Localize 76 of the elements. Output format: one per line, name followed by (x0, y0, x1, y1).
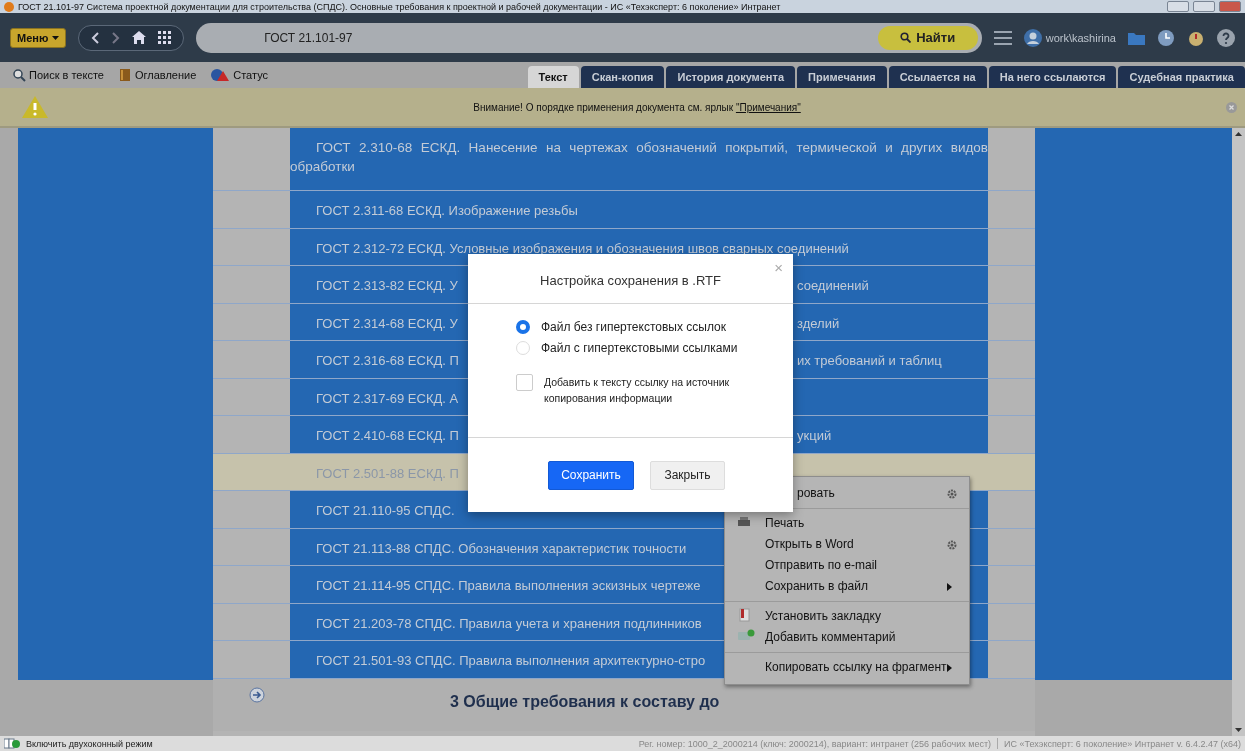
version-info: ИС «Техэксперт: 6 поколение» Интранет v. 6.4.2.47 (x64) (1004, 738, 1241, 749)
back-icon[interactable] (91, 31, 100, 44)
submenu-caret-icon (947, 582, 952, 591)
tab[interactable]: История документа (666, 66, 795, 88)
find-button[interactable]: Найти (877, 25, 978, 50)
maximize-button[interactable] (1193, 1, 1215, 12)
notes-link[interactable]: "Примечания" (735, 101, 801, 113)
scroll-down-icon[interactable] (1235, 728, 1242, 732)
user-name: work\kashirina (1045, 31, 1116, 44)
notice-text: Внимание! О порядке применения документа см. ярлык "Примечания" (472, 101, 802, 113)
clock-icon[interactable] (1157, 28, 1175, 47)
warning-badge-icon (210, 68, 231, 82)
tab[interactable]: Ссылается на (888, 66, 987, 88)
document-link[interactable]: ГОСТ 2.410-68 ЕСКД. П (290, 426, 459, 445)
document-link[interactable]: ГОСТ 21.113-88 СПДС. Обозначения характеристик точности (290, 538, 687, 558)
toolbar-link[interactable]: Статус (210, 68, 269, 82)
document-link[interactable]: их требований и таблиц (797, 351, 988, 370)
book-icon (117, 68, 132, 82)
menu-item[interactable]: Установить закладку (725, 606, 969, 627)
document-link[interactable]: ГОСТ 21.114-95 СПДС. Правила выполнения эскизных чертеже (290, 576, 701, 595)
tab[interactable]: На него ссылаются (988, 66, 1117, 88)
search-icon (900, 32, 912, 43)
search-field[interactable]: ГОСТ 21.101-97 Найти (196, 22, 982, 53)
help-icon[interactable] (1217, 28, 1235, 47)
radio-option[interactable]: Файл с гипертекстовыми ссылками (516, 341, 793, 355)
menu-item[interactable]: Копировать ссылку на фрагмент (725, 657, 969, 678)
dual-window-toggle[interactable]: Включить двухоконный режим (26, 738, 153, 749)
toolbar-link[interactable]: Оглавление (117, 68, 197, 82)
toolbar-link[interactable]: Поиск в тексте (12, 68, 104, 82)
tab[interactable]: Судебная практика (1118, 66, 1245, 88)
close-button[interactable]: Закрыть (650, 460, 725, 490)
warning-icon (22, 96, 48, 118)
document-link[interactable]: ГОСТ 21.501-93 СПДС. Правила выполнения архитектурно-стро (290, 651, 706, 670)
home-icon[interactable] (131, 31, 146, 44)
gear-icon (947, 488, 957, 499)
grid-icon[interactable] (158, 31, 172, 44)
tab[interactable]: Скан-копия (580, 66, 665, 88)
document-link[interactable]: ГОСТ 2.313-82 ЕСКД. У (290, 276, 458, 295)
tab[interactable]: Примечания (797, 66, 887, 88)
app-logo-icon (4, 1, 14, 12)
user-icon[interactable] (1023, 28, 1042, 47)
scrollbar[interactable] (1232, 128, 1245, 736)
forward-icon[interactable] (111, 31, 120, 44)
menu-item[interactable]: Сохранить в файл (725, 576, 969, 597)
document-link[interactable]: укций (797, 426, 988, 445)
radio-option[interactable]: Файл без гипертекстовых ссылок (516, 320, 793, 334)
section-heading: 3 Общие требования к составу до (449, 691, 721, 711)
minimize-button[interactable] (1167, 1, 1189, 12)
dialog-title: Настройка сохранения в .RTF (540, 273, 721, 288)
arrow-circle-icon[interactable] (249, 686, 265, 703)
two-window-icon[interactable] (4, 738, 20, 749)
window-title: ГОСТ 21.101-97 Система проектной документации для строительства (СПДС). Основные требования к проектной и рабочей документации - ИС «Техэксперт: 6 поколение» Интранет (18, 1, 782, 12)
document-link[interactable]: ГОСТ 2.317-69 ЕСКД. А (290, 388, 459, 408)
menu-icon[interactable] (993, 30, 1012, 45)
save-button[interactable]: Сохранить (548, 460, 634, 490)
document-link[interactable]: ГОСТ 21.203-78 СПДС. Правила учета и хранения подлинников (290, 613, 702, 633)
radio-button[interactable] (516, 320, 530, 334)
comment-add-icon (737, 629, 755, 643)
gear-icon (947, 539, 957, 550)
search-icon (12, 68, 26, 82)
document-link[interactable]: зделий (797, 313, 988, 333)
caret-icon (52, 35, 60, 40)
menu-button[interactable]: Меню (10, 27, 67, 48)
registration-info: Рег. номер: 1000_2_2000214 (ключ: 2000214), вариант: интранет (256 рабочих мест) (638, 738, 992, 749)
folder-icon[interactable] (1128, 30, 1145, 45)
checkbox[interactable] (516, 374, 533, 391)
document-link[interactable]: соединений (797, 276, 988, 295)
scroll-up-icon[interactable] (1235, 132, 1242, 136)
menu-item[interactable]: Открыть в Word (725, 534, 969, 555)
document-link[interactable]: ГОСТ 2.316-68 ЕСКД. П (290, 351, 459, 370)
printer-icon (737, 515, 751, 529)
bookmark-icon (737, 608, 751, 622)
submenu-caret-icon (947, 663, 952, 672)
tab[interactable]: Текст (527, 66, 579, 88)
document-link[interactable]: ГОСТ 21.110-95 СПДС. (290, 501, 455, 520)
document-link[interactable]: ГОСТ 2.314-68 ЕСКД. У (290, 313, 458, 333)
